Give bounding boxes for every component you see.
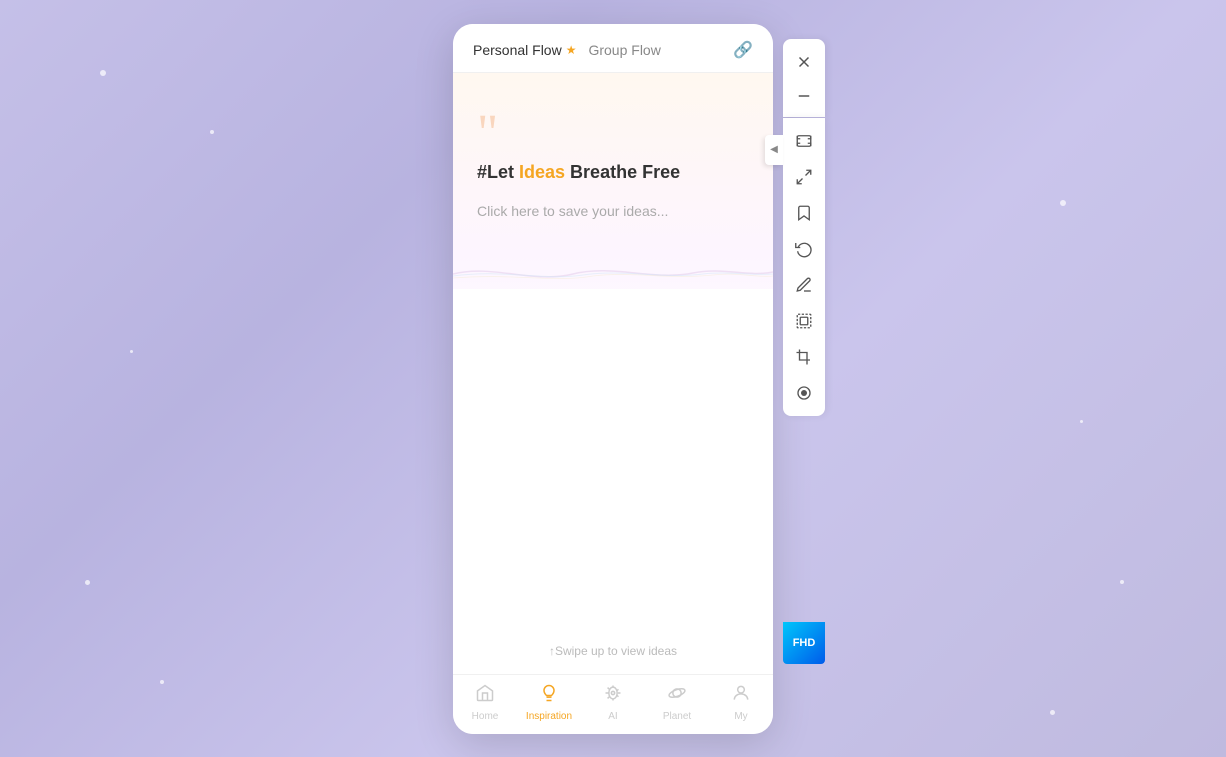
my-icon [731, 683, 751, 709]
bookmark-button[interactable] [787, 196, 821, 230]
swipe-hint: ↑Swipe up to view ideas [549, 644, 677, 658]
headline-prefix: #Let [477, 162, 519, 182]
toolbar-icons-section [783, 118, 825, 416]
tab-personal-star: ★ [566, 43, 577, 57]
link-icon[interactable]: 🔗 [733, 40, 753, 60]
collapse-button[interactable]: ◀ [765, 135, 783, 165]
nav-label-inspiration: Inspiration [526, 711, 572, 722]
nav-label-ai: AI [608, 711, 617, 722]
nav-label-planet: Planet [663, 711, 691, 722]
close-button[interactable] [787, 45, 821, 79]
planet-icon [667, 683, 687, 709]
headline-ideas: Ideas [519, 162, 565, 182]
record-button[interactable] [787, 376, 821, 410]
tab-personal-label: Personal Flow [473, 42, 562, 58]
quote-marks: " [477, 113, 749, 155]
lower-content: ↑Swipe up to view ideas [453, 289, 773, 673]
content-area: " #Let Ideas Breathe Free Click here to … [453, 73, 773, 674]
nav-item-home[interactable]: Home [457, 683, 513, 722]
screenshot-button[interactable] [787, 124, 821, 158]
nav-item-my[interactable]: My [713, 683, 769, 722]
minimize-button[interactable] [787, 79, 821, 113]
wave-divider [453, 259, 773, 289]
nav-item-inspiration[interactable]: Inspiration [521, 683, 577, 722]
phone-card: Personal Flow ★ Group Flow 🔗 " #Let Idea… [453, 24, 773, 734]
tab-group-label: Group Flow [588, 42, 660, 58]
crop-button[interactable] [787, 340, 821, 374]
fhd-badge[interactable]: FHD [783, 622, 825, 664]
expand-button[interactable] [787, 160, 821, 194]
tab-personal[interactable]: Personal Flow ★ [473, 42, 576, 58]
quote-section: " #Let Ideas Breathe Free Click here to … [453, 73, 773, 240]
save-prompt[interactable]: Click here to save your ideas... [477, 203, 749, 219]
frame-button[interactable] [787, 304, 821, 338]
nav-label-home: Home [472, 711, 499, 722]
headline: #Let Ideas Breathe Free [477, 162, 749, 183]
ai-icon [603, 683, 623, 709]
toolbar-wrapper: ◀ FHD [783, 39, 825, 416]
fhd-label: FHD [793, 637, 816, 649]
headline-suffix: Breathe Free [565, 162, 680, 182]
nav-item-planet[interactable]: Planet [649, 683, 705, 722]
toolbar-close-section [783, 39, 825, 117]
nav-label-my: My [734, 711, 747, 722]
home-icon [475, 683, 495, 709]
edit-button[interactable] [787, 268, 821, 302]
collapse-icon: ◀ [770, 144, 778, 155]
undo-button[interactable] [787, 232, 821, 266]
top-bar: Personal Flow ★ Group Flow 🔗 [453, 24, 773, 73]
main-container: Personal Flow ★ Group Flow 🔗 " #Let Idea… [453, 24, 773, 734]
inspiration-icon [539, 683, 559, 709]
tab-group[interactable]: Group Flow [588, 42, 660, 58]
nav-item-ai[interactable]: AI [585, 683, 641, 722]
bottom-nav: Home Inspiration [453, 674, 773, 734]
